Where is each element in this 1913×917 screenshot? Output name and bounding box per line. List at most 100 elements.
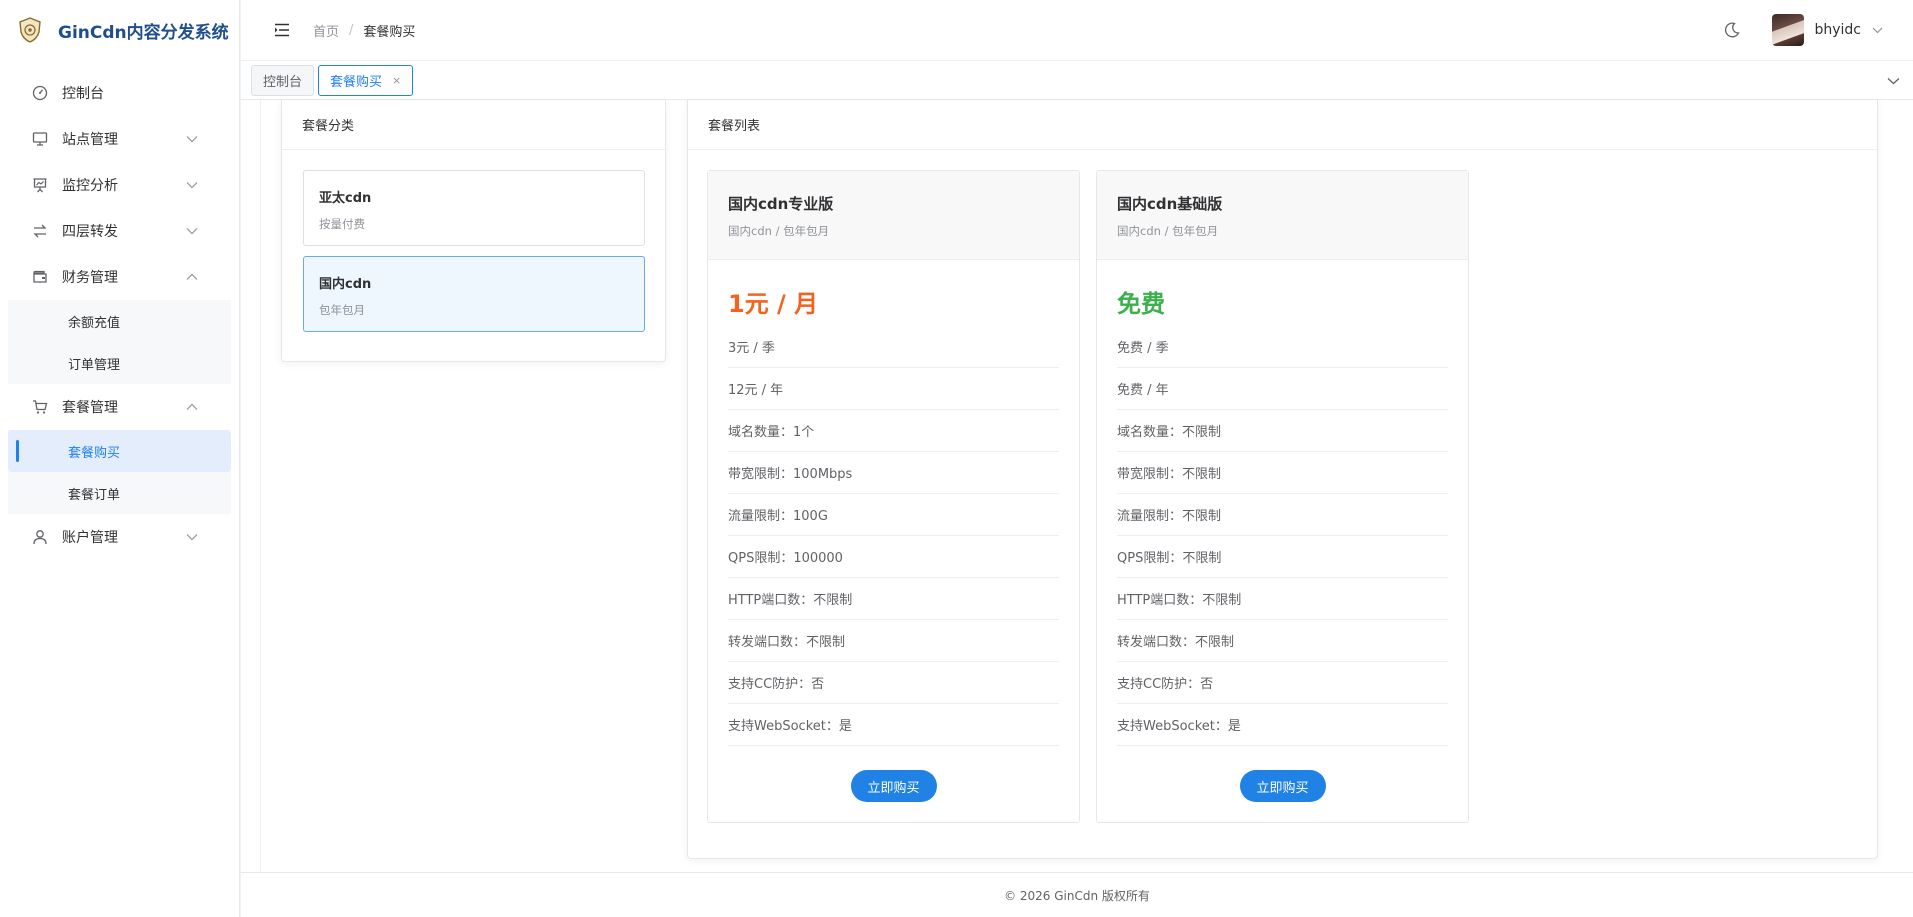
plan-feature: 域名数量：1个 [728, 410, 1059, 452]
category-billing: 按量付费 [319, 217, 365, 231]
buy-now-button[interactable]: 立即购买 [850, 770, 937, 802]
sidebar-subitem-package-purchase[interactable]: 套餐购买 [8, 430, 231, 472]
sidebar-subitem-recharge[interactable]: 余额充值 [8, 300, 231, 342]
plan-feature: 域名数量：不限制 [1117, 410, 1448, 452]
sidebar: GinCdn内容分发系统 控制台 站点管理 监控分析 四层转发 财务管理 余额充… [0, 0, 240, 917]
sidebar-item-sites[interactable]: 站点管理 [0, 116, 239, 162]
buy-now-button[interactable]: 立即购买 [1239, 770, 1326, 802]
avatar[interactable] [1772, 14, 1805, 46]
sidebar-subitem-orders[interactable]: 订单管理 [8, 342, 231, 384]
plan-name: 国内cdn基础版 [1117, 195, 1223, 213]
finance-submenu: 余额充值 订单管理 [8, 300, 231, 384]
category-name: 国内cdn [319, 277, 372, 292]
chevron-up-icon [185, 400, 199, 414]
package-list-card: 套餐列表 国内cdn专业版 国内cdn / 包年包月 1元 / 月 3元 / 季… [687, 100, 1878, 859]
plan-feature: 带宽限制：不限制 [1117, 452, 1448, 494]
category-card-title: 套餐分类 [282, 100, 665, 150]
category-item-domestic-cdn[interactable]: 国内cdn 包年包月 [303, 256, 645, 332]
sidebar-item-packages[interactable]: 套餐管理 [0, 384, 239, 430]
footer: © 2026 GinCdn 版权所有 [241, 872, 1913, 917]
menu-collapse-icon[interactable] [273, 21, 291, 39]
wallet-icon [31, 268, 49, 286]
plan-feature: 支持WebSocket：是 [1117, 704, 1448, 746]
plan-feature: 免费 / 季 [1117, 326, 1448, 368]
plan-price: 免费 [1117, 290, 1165, 318]
brand[interactable]: GinCdn内容分发系统 [0, 0, 239, 60]
shield-logo-icon [18, 17, 42, 43]
copyright-text: © 2026 GinCdn 版权所有 [1004, 888, 1150, 903]
breadcrumb-home-link[interactable]: 首页 [313, 21, 339, 40]
plan-price: 1元 / 月 [728, 290, 819, 318]
plan-card-basic: 国内cdn基础版 国内cdn / 包年包月 免费 免费 / 季 免费 / 年 域… [1096, 170, 1469, 823]
close-icon[interactable]: × [392, 74, 401, 87]
tab-dashboard[interactable]: 控制台 [251, 64, 315, 96]
plan-feature: 转发端口数：不限制 [1117, 620, 1448, 662]
plan-subtitle: 国内cdn / 包年包月 [728, 224, 830, 238]
dashboard-icon [31, 84, 49, 102]
plan-feature: 12元 / 年 [728, 368, 1059, 410]
user-icon [31, 528, 49, 546]
plan-feature: 带宽限制：100Mbps [728, 452, 1059, 494]
chevron-up-icon [185, 270, 199, 284]
header-right: bhyidc [1722, 0, 1883, 60]
plan-feature: 支持CC防护：否 [1117, 662, 1448, 704]
plan-header: 国内cdn专业版 国内cdn / 包年包月 [708, 171, 1079, 260]
tabs-bar: 控制台 套餐购买 × [241, 60, 1913, 100]
sidebar-item-finance[interactable]: 财务管理 [0, 254, 239, 300]
monitor-icon [31, 130, 49, 148]
presentation-chart-icon [31, 176, 49, 194]
plan-name: 国内cdn专业版 [728, 195, 834, 213]
packages-submenu: 套餐购买 套餐订单 [8, 430, 231, 514]
sidebar-item-dashboard[interactable]: 控制台 [0, 70, 239, 116]
sidebar-item-label: 套餐管理 [62, 400, 118, 416]
plan-feature: 支持CC防护：否 [728, 662, 1059, 704]
top-header: 首页 / 套餐购买 bhyidc [241, 0, 1913, 60]
dark-mode-moon-icon[interactable] [1722, 20, 1742, 40]
sidebar-item-label: 站点管理 [62, 132, 118, 148]
plan-feature: 流量限制：100G [728, 494, 1059, 536]
plan-subtitle: 国内cdn / 包年包月 [1117, 224, 1219, 238]
plan-feature: 免费 / 年 [1117, 368, 1448, 410]
cart-icon [31, 398, 49, 416]
sidebar-item-label: 财务管理 [62, 270, 118, 286]
sidebar-item-label: 四层转发 [62, 224, 118, 240]
sidebar-subitem-package-orders[interactable]: 套餐订单 [8, 472, 231, 514]
chevron-down-icon [185, 132, 199, 146]
plan-feature: QPS限制：不限制 [1117, 536, 1448, 578]
plan-features: 3元 / 季 12元 / 年 域名数量：1个 带宽限制：100Mbps 流量限制… [728, 326, 1059, 746]
sidebar-menu: 控制台 站点管理 监控分析 四层转发 财务管理 余额充值 订单管理 套餐管理 套… [0, 70, 239, 560]
breadcrumb-current: 套餐购买 [363, 24, 416, 40]
breadcrumb-separator: / [349, 22, 354, 38]
chevron-down-icon [185, 224, 199, 238]
chevron-down-icon [185, 178, 199, 192]
category-item-apac-cdn[interactable]: 亚太cdn 按量付费 [303, 170, 645, 246]
sidebar-item-label: 监控分析 [62, 178, 118, 194]
chevron-down-icon[interactable] [1871, 24, 1883, 36]
plan-card-pro: 国内cdn专业版 国内cdn / 包年包月 1元 / 月 3元 / 季 12元 … [707, 170, 1080, 823]
plan-feature: 3元 / 季 [728, 326, 1059, 368]
plan-features: 免费 / 季 免费 / 年 域名数量：不限制 带宽限制：不限制 流量限制：不限制… [1117, 326, 1448, 746]
category-name: 亚太cdn [319, 191, 372, 206]
brand-title: GinCdn内容分发系统 [58, 22, 229, 43]
breadcrumb: 首页 / 套餐购买 [313, 21, 415, 40]
plan-feature: QPS限制：100000 [728, 536, 1059, 578]
tabs-more-chevron-icon[interactable] [1885, 73, 1901, 89]
sidebar-item-label: 控制台 [62, 86, 104, 102]
forward-arrows-icon [31, 222, 49, 240]
plan-feature: HTTP端口数：不限制 [1117, 578, 1448, 620]
tab-label: 套餐购买 [330, 74, 383, 90]
tab-package-purchase[interactable]: 套餐购买 × [318, 64, 414, 96]
plan-feature: HTTP端口数：不限制 [728, 578, 1059, 620]
chevron-down-icon [185, 530, 199, 544]
plan-feature: 转发端口数：不限制 [728, 620, 1059, 662]
package-category-card: 套餐分类 亚太cdn 按量付费 国内cdn 包年包月 [281, 100, 666, 362]
tab-label: 控制台 [263, 74, 303, 90]
sidebar-item-account[interactable]: 账户管理 [0, 514, 239, 560]
plan-feature: 流量限制：不限制 [1117, 494, 1448, 536]
sidebar-item-label: 账户管理 [62, 530, 118, 546]
username[interactable]: bhyidc [1814, 22, 1861, 38]
plan-header: 国内cdn基础版 国内cdn / 包年包月 [1097, 171, 1468, 260]
sidebar-item-l4-forward[interactable]: 四层转发 [0, 208, 239, 254]
category-billing: 包年包月 [319, 303, 365, 317]
sidebar-item-monitoring[interactable]: 监控分析 [0, 162, 239, 208]
